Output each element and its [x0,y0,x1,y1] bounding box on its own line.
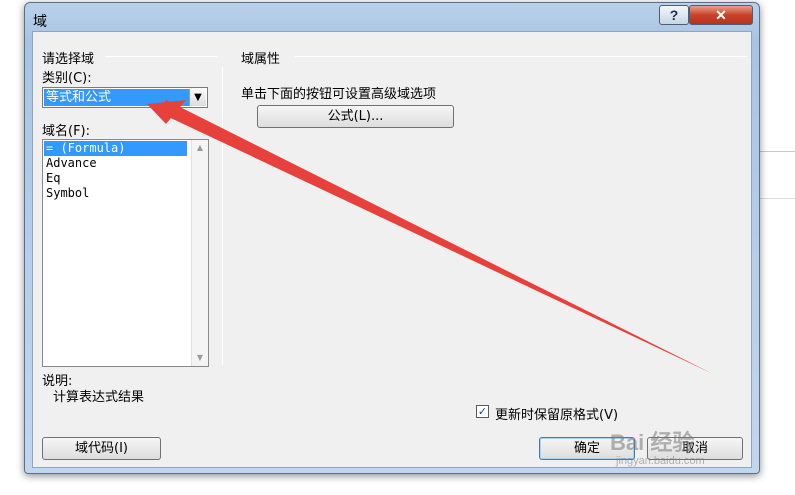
preserve-format-label[interactable]: 更新时保留原格式(V) [495,404,618,423]
select-field-group-title: 请选择域 [42,52,95,67]
background-document [758,0,795,495]
list-item-formula[interactable]: = (Formula) [44,141,187,156]
background-rule [758,198,795,199]
list-item-eq[interactable]: Eq [44,171,187,186]
watermark-url: jingyan.baidu.com [616,455,705,467]
list-item-symbol[interactable]: Symbol [44,186,187,201]
formula-button[interactable]: 公式(L)... [257,105,454,128]
category-label: 类别(C): [42,71,92,86]
group-divider [295,56,747,57]
scroll-down-icon[interactable]: ▼ [192,350,208,366]
close-icon: ✕ [715,7,727,23]
group-divider [105,56,217,57]
list-scrollbar[interactable]: ▲ ▼ [191,140,208,366]
dialog-body: 请选择域 类别(C): 等式和公式 ▼ 域名(F): = (Formula) A… [32,31,752,468]
help-button[interactable]: ? [659,5,689,25]
description-text: 计算表达式结果 [53,390,145,405]
scroll-up-icon[interactable]: ▲ [192,140,208,156]
baidu-watermark: Bai 经验 jingyan.baidu.com [610,425,758,470]
field-codes-button[interactable]: 域代码(I) [42,437,161,460]
field-dialog: 域 ? ✕ 请选择域 类别(C): 等式和公式 ▼ 域名(F): = (Form… [24,2,760,474]
dropdown-arrow-icon[interactable]: ▼ [189,89,206,106]
dialog-title: 域 [33,14,47,30]
background-rule [758,151,795,152]
watermark-logo: Bai 经验 [610,430,695,455]
preserve-format-checkbox[interactable]: ✓ [476,405,489,418]
field-properties-group-title: 域属性 [241,52,281,67]
panel-separator [222,67,223,365]
advanced-options-instruction: 单击下面的按钮可设置高级域选项 [241,87,437,102]
category-dropdown[interactable]: 等式和公式 ▼ [42,87,208,108]
field-name-list[interactable]: = (Formula) Advance Eq Symbol ▲ ▼ [42,139,209,367]
help-icon: ? [669,7,679,23]
field-name-label: 域名(F): [42,124,91,139]
close-button[interactable]: ✕ [689,5,753,25]
category-selected-value: 等式和公式 [44,89,189,106]
list-item-advance[interactable]: Advance [44,156,187,171]
title-bar[interactable]: 域 ? ✕ [25,3,759,31]
